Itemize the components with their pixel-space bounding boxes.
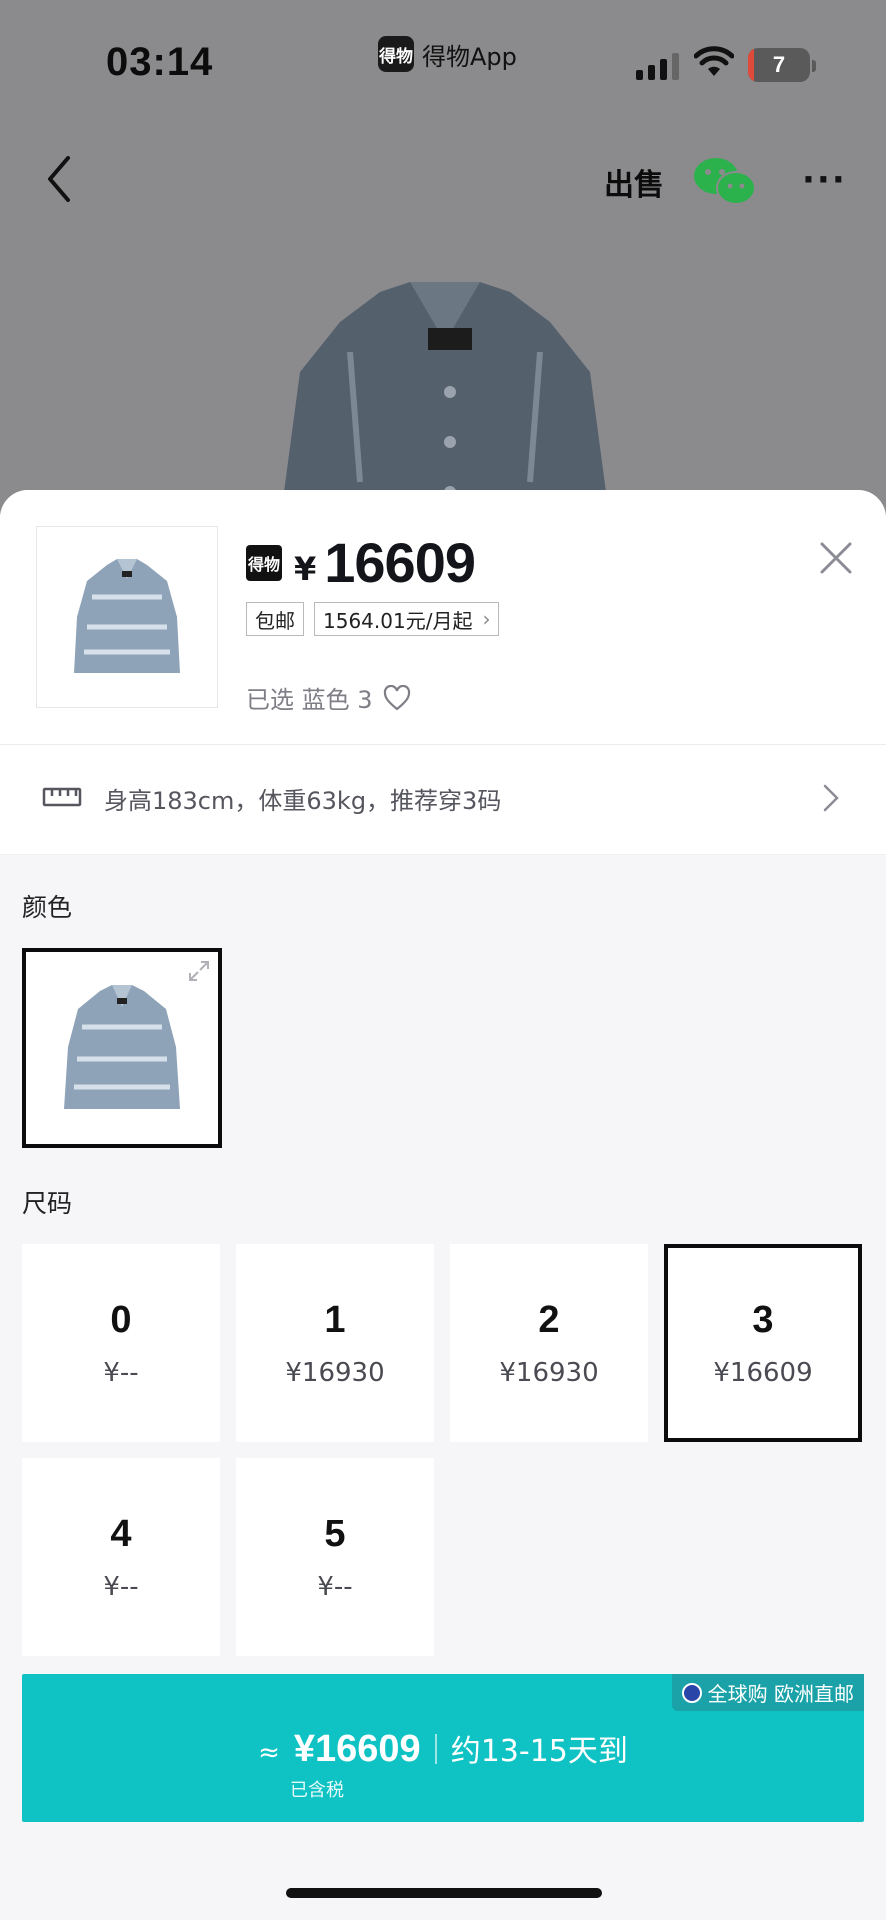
size-option-3-selected[interactable]: 3 ¥16609 xyxy=(664,1244,862,1442)
app-name: 得物App xyxy=(422,42,517,71)
buy-price: ¥16609 xyxy=(293,1728,421,1770)
jacket-thumbnail-image xyxy=(74,559,180,673)
size-number: 0 xyxy=(110,1298,132,1341)
tax-included-note: 已含税 xyxy=(290,1780,344,1801)
size-option-5[interactable]: 5 ¥-- xyxy=(236,1458,434,1656)
size-price: ¥16930 xyxy=(285,1357,385,1388)
size-recommendation-text: 身高183cm，体重63kg，推荐穿3码 xyxy=(104,787,502,815)
free-shipping-tag: 包邮 xyxy=(246,602,304,636)
back-icon[interactable] xyxy=(44,154,74,204)
color-option-blue[interactable] xyxy=(22,948,222,1148)
close-icon[interactable] xyxy=(818,540,854,576)
size-price: ¥16609 xyxy=(713,1357,813,1388)
wechat-share-icon[interactable] xyxy=(692,156,758,208)
product-thumbnail[interactable] xyxy=(36,526,218,708)
size-option-4[interactable]: 4 ¥-- xyxy=(22,1458,220,1656)
heart-icon[interactable] xyxy=(383,684,411,711)
size-price: ¥-- xyxy=(317,1571,353,1602)
status-time: 03:14 xyxy=(106,40,214,84)
size-number: 5 xyxy=(324,1512,346,1555)
size-price: ¥-- xyxy=(103,1571,139,1602)
global-shipping-text: 全球购 欧洲直邮 xyxy=(707,1682,854,1706)
buy-button[interactable]: 全球购 欧洲直邮 ≈ ¥16609 约13-15天到 已含税 xyxy=(22,1674,864,1822)
battery-icon: 7 xyxy=(748,48,810,82)
size-price: ¥-- xyxy=(103,1357,139,1388)
app-indicator: 得物 得物App xyxy=(378,36,517,72)
chevron-right-icon xyxy=(823,784,839,812)
sheet-header: 得物 ¥ 16609 包邮 1564.01元/月起 › 已选 蓝色 3 xyxy=(0,490,886,745)
installment-tag[interactable]: 1564.01元/月起 › xyxy=(314,602,500,636)
chevron-right-icon: › xyxy=(482,607,491,631)
size-number: 4 xyxy=(110,1512,132,1555)
ruler-icon xyxy=(42,787,82,807)
more-options-icon[interactable]: ··· xyxy=(802,160,847,200)
size-option-2[interactable]: 2 ¥16930 xyxy=(450,1244,648,1442)
product-image-jacket xyxy=(280,282,610,522)
app-logo-icon: 得物 xyxy=(378,36,414,72)
currency-symbol: ¥ xyxy=(294,549,317,588)
global-shipping-badge: 全球购 欧洲直邮 xyxy=(671,1674,864,1711)
cellular-signal-icon xyxy=(636,52,679,80)
size-number: 2 xyxy=(538,1298,560,1341)
approx-symbol: ≈ xyxy=(258,1738,280,1768)
buy-button-content: ≈ ¥16609 约13-15天到 xyxy=(22,1726,864,1771)
selected-variant-text: 已选 蓝色 3 xyxy=(246,686,373,714)
home-indicator[interactable] xyxy=(286,1888,602,1898)
battery-tip xyxy=(812,60,816,72)
expand-icon[interactable] xyxy=(188,960,210,982)
wifi-icon xyxy=(694,46,734,76)
size-recommendation-row[interactable]: 身高183cm，体重63kg，推荐穿3码 xyxy=(0,745,886,855)
page-backdrop: 03:14 得物 得物App 7 出售 ··· xyxy=(0,0,886,522)
sell-button[interactable]: 出售 xyxy=(604,160,664,204)
divider xyxy=(434,1733,437,1764)
sku-selection-sheet: 得物 ¥ 16609 包邮 1564.01元/月起 › 已选 蓝色 3 身高18… xyxy=(0,490,886,1920)
sku-price: 16609 xyxy=(324,531,476,594)
size-section-label: 尺码 xyxy=(22,1189,73,1218)
installment-label: 1564.01元/月起 xyxy=(323,608,473,633)
size-number: 1 xyxy=(324,1298,346,1341)
dewu-logo-icon: 得物 xyxy=(246,544,282,581)
selected-variant: 已选 蓝色 3 xyxy=(246,680,411,715)
size-option-0[interactable]: 0 ¥-- xyxy=(22,1244,220,1442)
size-number: 3 xyxy=(752,1298,774,1341)
color-swatch-image xyxy=(64,985,180,1109)
delivery-eta: 约13-15天到 xyxy=(450,1734,628,1769)
status-bar: 03:14 得物 得物App 7 xyxy=(0,0,886,120)
size-option-1[interactable]: 1 ¥16930 xyxy=(236,1244,434,1442)
globe-icon xyxy=(681,1682,702,1703)
promo-tags: 包邮 1564.01元/月起 › xyxy=(246,602,500,636)
color-section-label: 颜色 xyxy=(22,893,73,922)
size-price: ¥16930 xyxy=(499,1357,599,1388)
price-row: 得物 ¥ 16609 xyxy=(246,530,476,595)
